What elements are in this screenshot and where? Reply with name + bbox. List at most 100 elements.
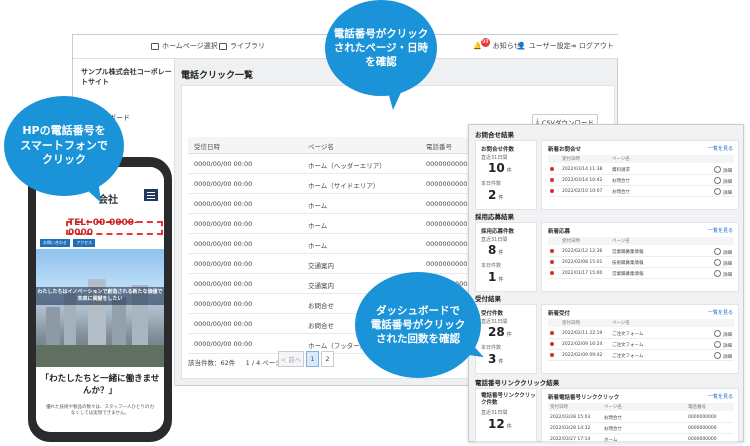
stat-box: 受付件数 直近31日間 28 件本日件数 3 件 xyxy=(475,304,537,374)
callout-text: HPの電話番号を スマートフォンで クリック xyxy=(20,123,108,167)
header-buttons: お問い合わせ アクセス xyxy=(40,239,97,247)
list-date: 2022/02/09 16:24 xyxy=(562,342,603,347)
user-settings-label: ユーザー設定 xyxy=(528,42,571,50)
contact-button[interactable]: お問い合わせ xyxy=(40,239,70,247)
list-page: お問合せ xyxy=(612,179,630,184)
list-page: 技術職募集情報 xyxy=(612,261,644,266)
callout-text: ダッシュボードで 電話番号がクリック された回数を確認 xyxy=(370,304,466,346)
home-select-button[interactable]: ホームページ選択 xyxy=(151,41,218,51)
callout-bubble-smartphone: HPの電話番号を スマートフォンで クリック xyxy=(4,96,124,207)
detail-button[interactable]: 詳細 xyxy=(714,259,732,267)
cell-date: 0000/00/00 00:00 xyxy=(194,220,253,228)
page-title: 電話クリック一覧 xyxy=(181,71,254,81)
list-item[interactable]: 2022/03/28 14:32 お問合せ 0000000000 xyxy=(548,423,734,434)
list-date: 2022/02/09 09:42 xyxy=(562,353,603,358)
hamburger-icon[interactable] xyxy=(144,189,158,201)
table-header: 受信日時 ページ名 電話番号 xyxy=(188,137,478,154)
cell-date: 0000/00/00 00:00 xyxy=(194,200,253,208)
stat-sub: 直近31日間 xyxy=(481,237,508,243)
list-title: 新着応募 xyxy=(548,229,571,235)
list-item[interactable]: 2022/03/28 15:03 お問合せ 0000000000 xyxy=(548,412,734,423)
list-item[interactable]: 2022/03/27 17:14 ホーム 0000000000 xyxy=(548,434,734,445)
list-page: 営業職募集情報 xyxy=(612,272,644,277)
cell-page: ホーム xyxy=(308,202,328,210)
list-item[interactable]: 2022/02/11 22:19 ご注文フォーム 詳細 xyxy=(548,328,734,339)
stat-number: 28 件 xyxy=(488,325,512,339)
page-1-button[interactable]: 1 xyxy=(306,351,319,367)
stat-sub: 直近31日間 xyxy=(481,155,508,161)
result-count: 該当件数：62件 xyxy=(188,359,236,367)
list-date: 2022/03/14 11:38 xyxy=(562,167,603,172)
cell-page: ホーム xyxy=(308,222,328,230)
list-page: ご注文フォーム xyxy=(612,332,644,337)
list-box: 新着応募 一覧を見る 受付日時 ページ名 2022/02/12 12:36 営業職募集情報… xyxy=(541,222,739,292)
page-count: 1 / 4 ページ xyxy=(245,359,282,367)
detail-button[interactable]: 詳細 xyxy=(714,352,732,360)
list-item[interactable]: 2022/03/14 10:42 お問合せ 詳細 xyxy=(548,175,734,186)
stat-number: 3件 xyxy=(488,352,504,366)
section-title: 採用応募結果 xyxy=(475,213,514,221)
home-select-label: ホームページ選択 xyxy=(162,42,218,50)
list-date: 2022/03/28 14:32 xyxy=(550,426,591,431)
stat-box: 電話番号リンククリック件数 直近31日間 12 件 xyxy=(475,388,537,442)
list-item[interactable]: 2022/02/12 12:36 営業職募集情報 詳細 xyxy=(548,246,734,257)
view-all-link[interactable]: 一覧を見る xyxy=(708,309,733,316)
prev-page-button[interactable]: < 前へ xyxy=(278,351,304,367)
list-box: 新着受付 一覧を見る 受付日時 ページ名 2022/02/11 22:19 ご注文フォーム… xyxy=(541,304,739,374)
table-row: 0000/00/00 00:00 ホーム 0000000000 xyxy=(188,194,478,214)
list-item[interactable]: 2022/03/14 11:38 資料請求 詳細 xyxy=(548,164,734,175)
new-dot-icon xyxy=(550,331,554,335)
user-settings-button[interactable]: 👤 ユーザー設定 xyxy=(517,41,571,51)
access-button[interactable]: アクセス xyxy=(73,239,96,247)
new-dot-icon xyxy=(550,167,554,171)
library-button[interactable]: ライブラリ xyxy=(219,41,265,51)
detail-button[interactable]: 詳細 xyxy=(714,270,732,278)
recruit-text: 優れた技術や製品の数々は、スタッフ一人ひとりの力なくしては実現できません。 xyxy=(46,405,154,416)
cell-date: 0000/00/00 00:00 xyxy=(194,260,253,268)
list-item[interactable]: 2022/01/17 15:00 営業職募集情報 詳細 xyxy=(548,268,734,279)
library-label: ライブラリ xyxy=(230,42,265,50)
cell-date: 0000/00/00 00:00 xyxy=(194,320,253,328)
hero-caption: わたしたちはイノベーションで創造される新たな価値で未来に貢献をしたい xyxy=(36,287,164,305)
notice-button[interactable]: 🔔 99 お知らせ xyxy=(473,37,521,51)
page-2-button[interactable]: 2 xyxy=(321,351,334,367)
phone-number-link[interactable]: TEL: 00-0000-0000 xyxy=(66,218,163,238)
list-date: 2022/01/17 15:00 xyxy=(562,271,603,276)
list-title: 新着お問合せ xyxy=(548,147,582,153)
logout-button[interactable]: ⇥ ログアウト xyxy=(570,41,614,51)
company-name: サンプル株式会社コーポレートサイト xyxy=(81,68,172,86)
section-title: 電話番号リンククリック結果 xyxy=(475,379,560,387)
detail-button[interactable]: 詳細 xyxy=(714,341,732,349)
list-item[interactable]: 2022/02/10 10:07 お問合せ 詳細 xyxy=(548,186,734,197)
pager-info: 該当件数：62件 1 / 4 ページ xyxy=(188,357,282,367)
list-item[interactable]: 2022/02/08 15:01 技術職募集情報 詳細 xyxy=(548,257,734,268)
table-row: 0000/00/00 00:00 ホーム 0000000000 xyxy=(188,234,478,254)
detail-button[interactable]: 詳細 xyxy=(714,330,732,338)
new-dot-icon xyxy=(550,342,554,346)
callout-text: 電話番号がクリック されたページ・日時 を確認 xyxy=(333,27,429,69)
list-date: 2022/02/10 10:07 xyxy=(562,189,603,194)
view-all-link[interactable]: 一覧を見る xyxy=(708,145,733,152)
list-page: ご注文フォーム xyxy=(612,354,644,359)
list-page: 資料請求 xyxy=(612,168,630,173)
list-item[interactable]: 2022/02/09 09:42 ご注文フォーム 詳細 xyxy=(548,350,734,361)
list-tel: 0000000000 xyxy=(688,437,717,442)
list-date: 2022/03/28 15:03 xyxy=(550,415,591,420)
detail-button[interactable]: 詳細 xyxy=(714,177,732,185)
list-date: 2022/03/27 17:14 xyxy=(550,437,591,442)
cell-date: 0000/00/00 00:00 xyxy=(194,300,253,308)
list-page: お問合せ xyxy=(612,190,630,195)
list-box: 新着電話番号リンククリック 一覧を見る 受付日時 ページ名 電話番号 2022/03/28… xyxy=(541,388,739,445)
cell-tel: 0000000000 xyxy=(426,240,468,248)
list-item[interactable]: 2022/02/09 16:24 ご注文フォーム 詳細 xyxy=(548,339,734,350)
view-all-link[interactable]: 一覧を見る xyxy=(708,393,733,400)
cell-tel: 0000000000 xyxy=(426,180,468,188)
detail-button[interactable]: 詳細 xyxy=(714,166,732,174)
detail-button[interactable]: 詳細 xyxy=(714,188,732,196)
view-all-link[interactable]: 一覧を見る xyxy=(708,227,733,234)
detail-button[interactable]: 詳細 xyxy=(714,248,732,256)
stat-number: 1件 xyxy=(488,270,504,284)
stat-box: 採用応募件数 直近31日間 8 件本日件数 1 件 xyxy=(475,222,537,292)
stat-number: 12 件 xyxy=(488,417,512,431)
stat-label: 採用応募件数 xyxy=(481,229,515,235)
